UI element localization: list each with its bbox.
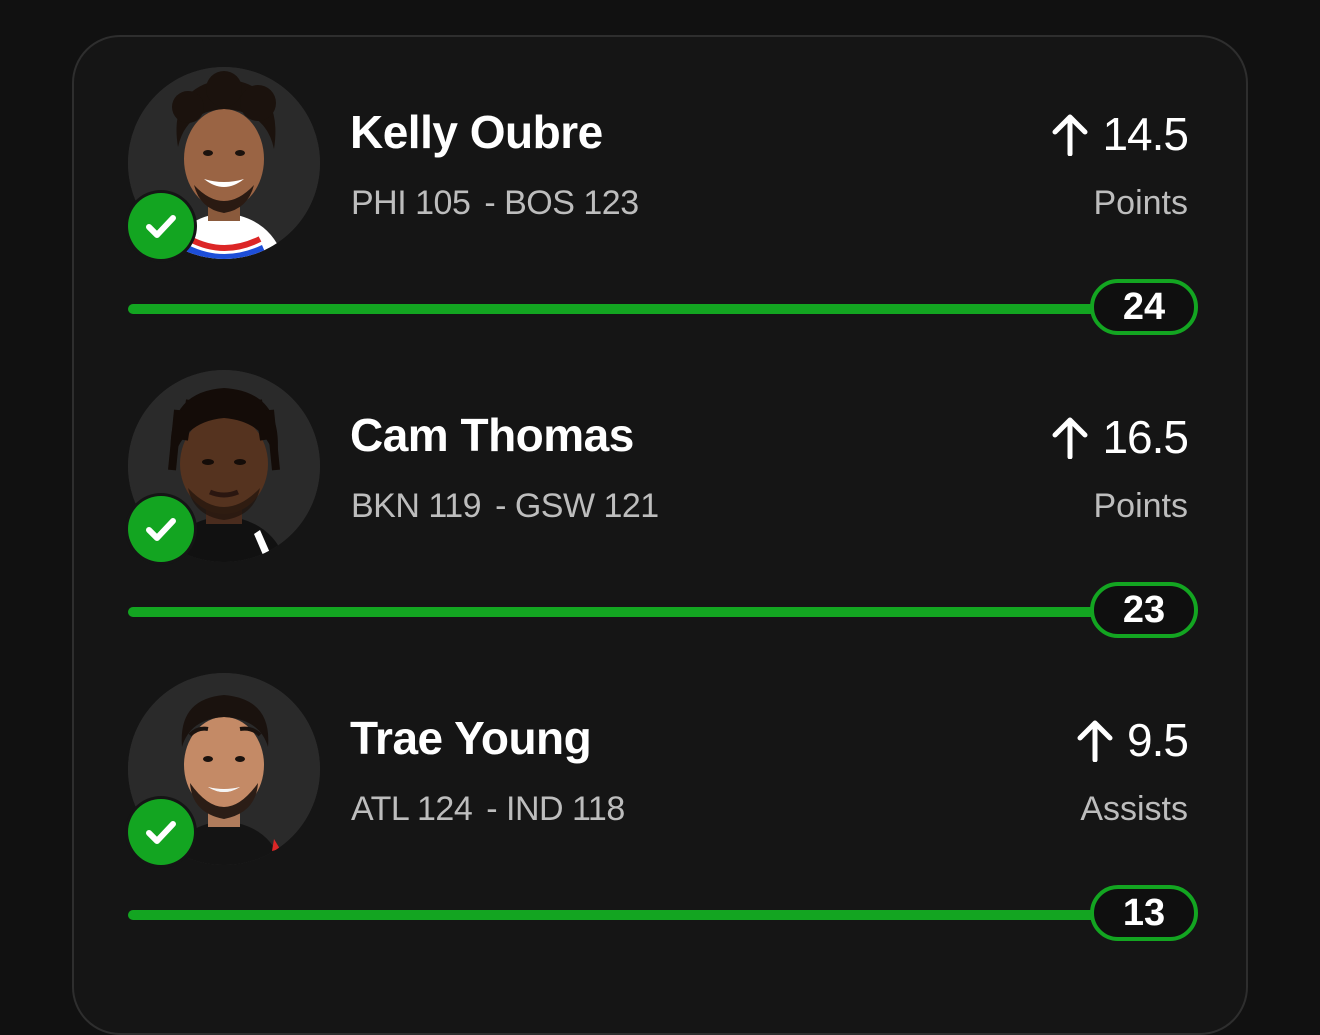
player-name: Kelly Oubre (350, 106, 603, 158)
stat-type: Points (1093, 487, 1189, 525)
pick-row[interactable]: Trae Young ATL 124- IND 118 9.5 Assists … (74, 673, 1250, 963)
away-team-score: - IND 118 (486, 790, 625, 828)
actual-value-badge: 13 (1090, 885, 1198, 941)
arrow-up-icon (1052, 417, 1088, 459)
actual-value-badge: 23 (1090, 582, 1198, 638)
actual-value-badge: 24 (1090, 279, 1198, 335)
checkmark-icon (128, 193, 194, 259)
progress-bar (128, 910, 1196, 920)
home-team-score: PHI 105 (351, 184, 471, 222)
away-team-score: - BOS 123 (484, 184, 639, 222)
pick-line: 16.5 (1050, 410, 1189, 464)
line-value: 16.5 (1102, 411, 1189, 463)
line-value: 9.5 (1127, 714, 1189, 766)
progress-fill (128, 304, 1196, 314)
home-team-score: ATL 124 (351, 790, 473, 828)
stat-type: Points (1093, 184, 1189, 222)
game-score: PHI 105 - BOS 123 (351, 184, 639, 223)
stat-type: Assists (1080, 790, 1188, 828)
pick-row[interactable]: Cam Thomas BKN 119- GSW 121 16.5 Points … (74, 370, 1250, 660)
player-name: Cam Thomas (350, 409, 634, 461)
pick-line: 9.5 (1075, 713, 1189, 767)
game-score: ATL 124 - IND 118 (351, 790, 625, 829)
line-value: 14.5 (1102, 108, 1189, 160)
pick-line: 14.5 (1050, 107, 1189, 161)
game-score: BKN 119 - GSW 121 (351, 487, 659, 526)
progress-bar (128, 607, 1196, 617)
arrow-up-icon (1052, 114, 1088, 156)
player-name: Trae Young (350, 712, 592, 764)
checkmark-icon (128, 799, 194, 865)
home-team-score: BKN 119 (351, 487, 482, 525)
progress-fill (128, 607, 1196, 617)
away-team-score: - GSW 121 (495, 487, 659, 525)
pick-row[interactable]: Kelly Oubre PHI 105 - BOS 123 14.5 Points… (74, 67, 1250, 357)
progress-fill (128, 910, 1196, 920)
progress-bar (128, 304, 1196, 314)
picks-card: Kelly Oubre PHI 105 - BOS 123 14.5 Points… (72, 35, 1248, 1035)
checkmark-icon (128, 496, 194, 562)
arrow-up-icon (1077, 720, 1113, 762)
